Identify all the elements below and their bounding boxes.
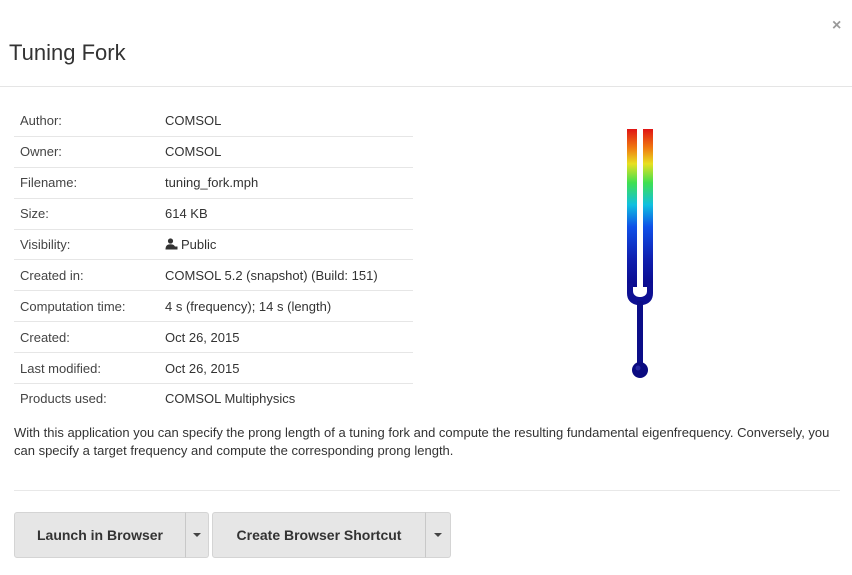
table-row: Last modified: Oct 26, 2015 [14, 352, 413, 385]
create-browser-shortcut-button[interactable]: Create Browser Shortcut [212, 512, 426, 558]
detail-value: 4 s (frequency); 14 s (length) [159, 290, 413, 323]
visibility-label: Public [181, 237, 217, 252]
table-row: Author: COMSOL [14, 106, 413, 137]
fork-ball [632, 362, 648, 378]
table-row: Created: Oct 26, 2015 [14, 321, 413, 354]
caret-down-icon [193, 533, 201, 537]
table-row: Size: 614 KB [14, 198, 413, 230]
launch-dropdown-toggle[interactable] [185, 512, 209, 558]
table-row: Visibility: Public [14, 229, 413, 261]
detail-key: Products used: [20, 391, 107, 407]
detail-value: COMSOL Multiphysics [165, 391, 296, 407]
footer-divider [14, 490, 840, 491]
detail-key: Size: [14, 198, 159, 230]
detail-key: Created: [14, 321, 159, 354]
detail-value: Oct 26, 2015 [159, 352, 413, 385]
table-row: Owner: COMSOL [14, 136, 413, 168]
shortcut-dropdown-toggle[interactable] [425, 512, 451, 558]
fork-stem [637, 301, 643, 365]
tuning-fork-thumbnail [627, 129, 653, 378]
detail-key: Last modified: [14, 352, 159, 385]
caret-down-icon [434, 533, 442, 537]
launch-button-label: Launch in Browser [36, 527, 164, 543]
table-row: Created in: COMSOL 5.2 (snapshot) (Build… [14, 259, 413, 292]
description-text: With this application you can specify th… [14, 425, 830, 458]
right-prong [643, 129, 653, 287]
detail-value: COMSOL 5.2 (snapshot) (Build: 151) [159, 259, 413, 292]
detail-value: Oct 26, 2015 [159, 321, 413, 354]
page-title: Tuning Fork [9, 40, 126, 65]
detail-key: Filename: [14, 167, 159, 199]
detail-key: Created in: [14, 259, 159, 292]
detail-value: COMSOL [159, 136, 413, 168]
close-button[interactable]: × [832, 18, 841, 34]
left-prong [627, 129, 637, 287]
header-divider [0, 86, 852, 87]
table-row: Products used: COMSOL Multiphysics [14, 384, 413, 414]
table-row: Computation time: 4 s (frequency); 14 s … [14, 290, 413, 323]
detail-key: Author: [14, 106, 159, 137]
detail-value: 614 KB [159, 198, 413, 230]
detail-key: Computation time: [14, 290, 159, 323]
table-row: Filename: tuning_fork.mph [14, 167, 413, 199]
shortcut-button-label: Create Browser Shortcut [236, 527, 402, 543]
detail-key: Visibility: [14, 229, 159, 261]
detail-value: tuning_fork.mph [159, 167, 413, 199]
detail-value: COMSOL [159, 106, 413, 137]
user-icon [165, 238, 178, 250]
launch-in-browser-button[interactable]: Launch in Browser [14, 512, 186, 558]
detail-value: Public [159, 229, 413, 261]
detail-key: Owner: [14, 136, 159, 168]
details-table: Author: COMSOL Owner: COMSOL Filename: t… [14, 106, 413, 414]
